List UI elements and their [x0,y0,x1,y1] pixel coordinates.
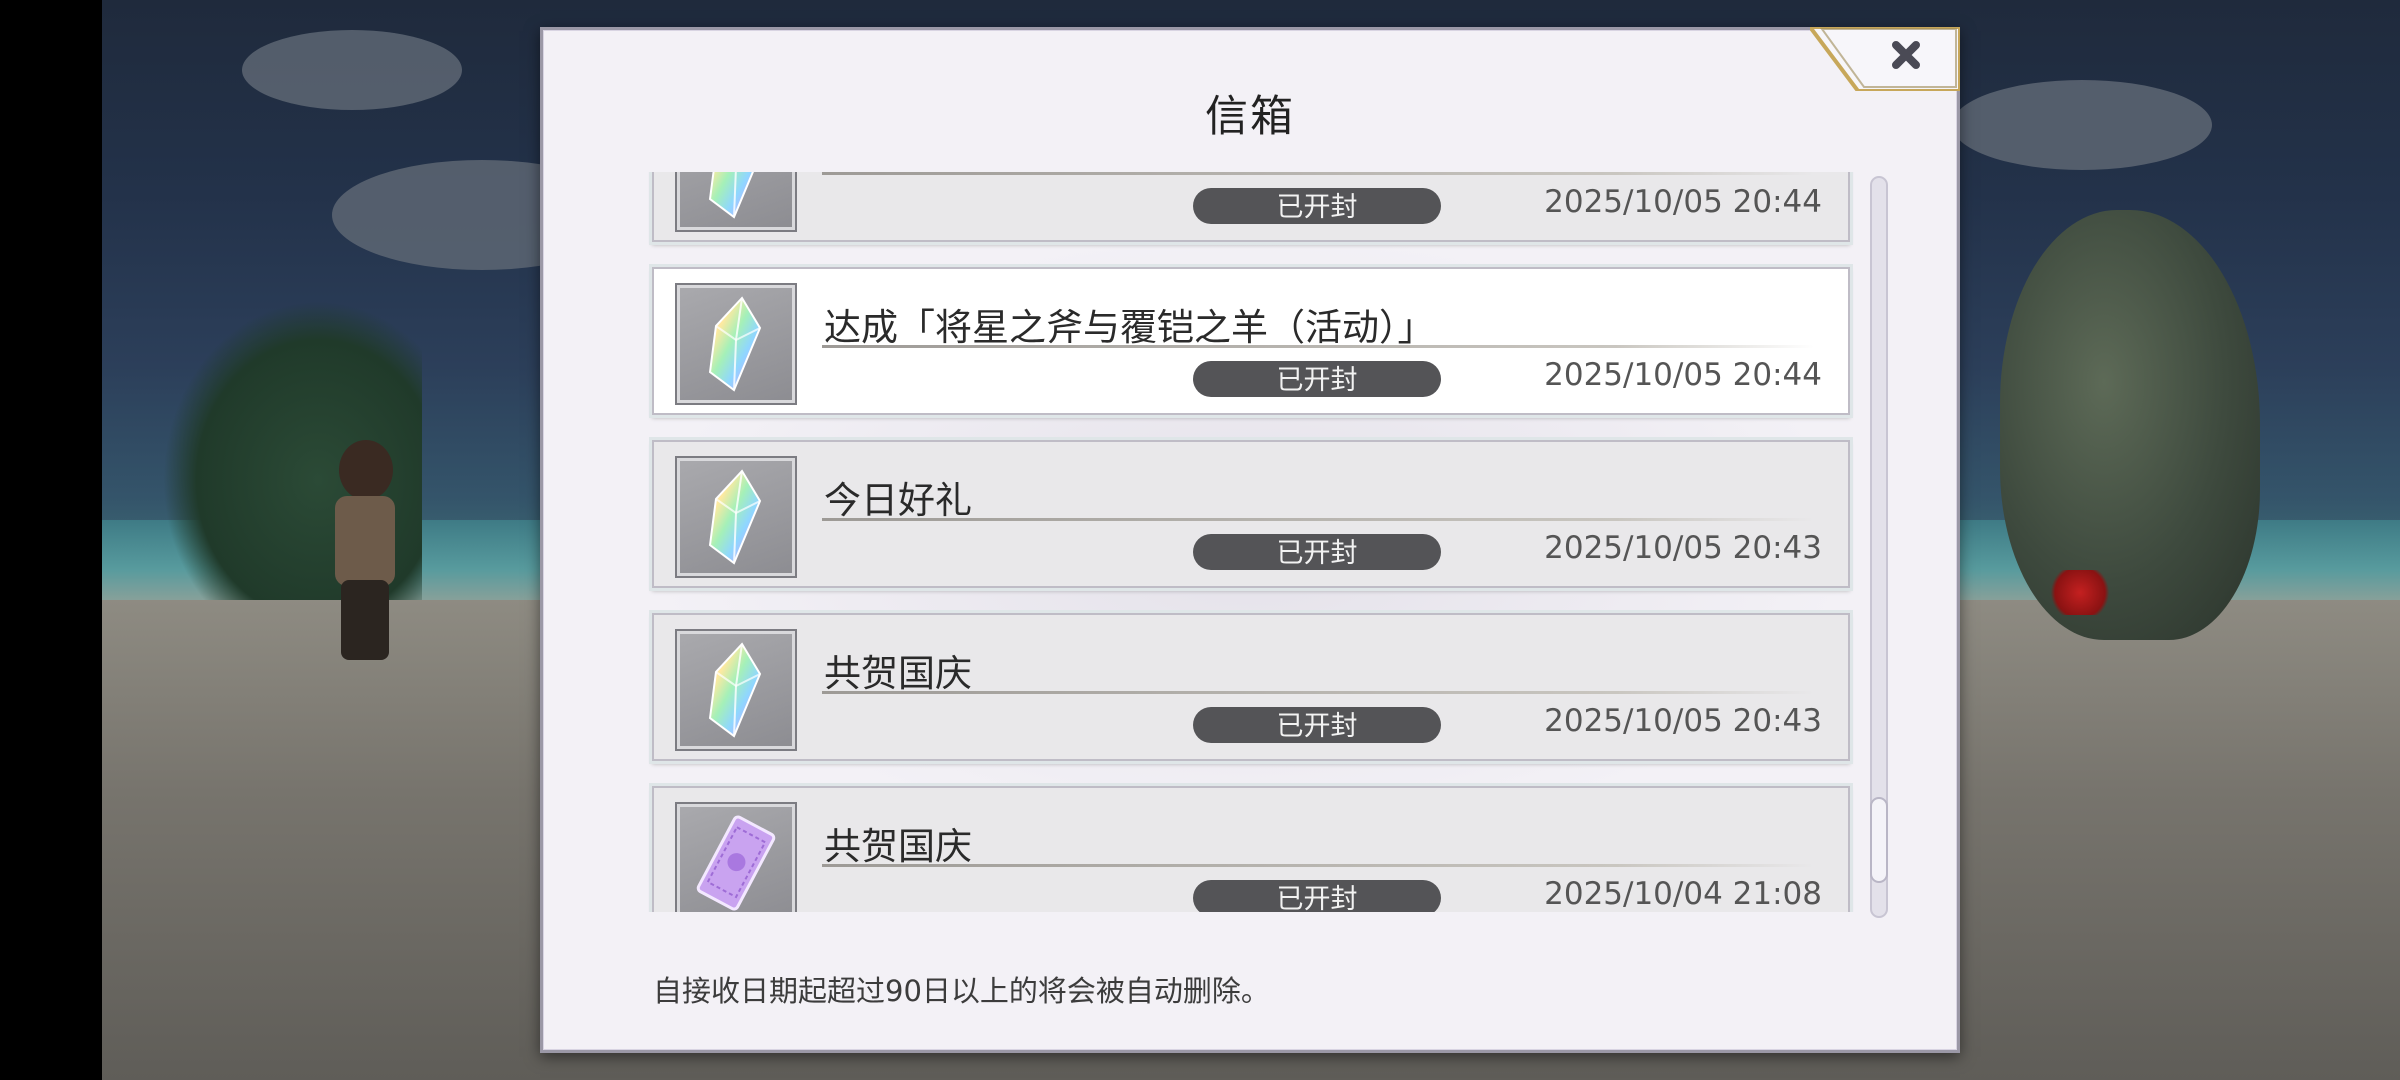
mail-item[interactable]: 达成「将星之斧与覆铠之羊（活动）」 已开封 2025/10/05 20:44 [652,267,1850,415]
mail-date: 2025/10/05 20:43 [1544,703,1822,739]
rock [2000,210,2260,640]
dialog-title: 信箱 [1205,92,1295,142]
opened-status-badge: 已开封 [1193,880,1441,912]
rainbow-crystal-icon [708,296,762,392]
mail-date: 2025/10/05 20:44 [1544,357,1822,393]
mail-attachment-frame [675,283,797,405]
cloud [1952,80,2212,170]
mail-date: 2025/10/05 20:44 [1544,184,1822,220]
mail-attachment-frame [675,172,797,232]
mail-date: 2025/10/05 20:43 [1544,530,1822,566]
player-character[interactable] [325,440,405,670]
mail-title: 达成「将星之斧与覆铠之羊（活动）」 [824,306,1435,349]
title-underline [822,172,1814,175]
mail-item[interactable]: 共贺国庆 已开封 2025/10/04 21:08 [652,786,1850,912]
title-underline [822,345,1814,348]
mail-list[interactable]: 已开封 2025/10/05 20:44 达成「将星之斧与覆铠之羊（活动）」 已… [648,172,1854,912]
rainbow-crystal-icon [708,469,762,565]
rainbow-crystal-icon [708,172,754,219]
red-flowers [2045,570,2115,615]
mail-attachment-frame [675,802,797,912]
opened-status-badge: 已开封 [1193,534,1441,570]
character-legs [341,580,389,660]
rainbow-crystal-icon [708,642,762,738]
mail-title: 今日好礼 [824,479,972,522]
mail-date: 2025/10/04 21:08 [1544,876,1822,912]
title-underline [822,864,1814,867]
close-button[interactable] [1810,27,1960,91]
mail-item[interactable]: 今日好礼 已开封 2025/10/05 20:43 [652,440,1850,588]
title-underline [822,518,1814,521]
opened-status-badge: 已开封 [1193,361,1441,397]
purple-ticket-icon [696,815,776,911]
scrollbar-thumb[interactable] [1870,797,1888,883]
opened-status-badge: 已开封 [1193,188,1441,224]
cloud [242,30,462,110]
character-body [335,496,395,586]
scrollbar[interactable] [1870,176,1888,918]
title-underline [822,691,1814,694]
character-head [339,440,393,500]
mail-item[interactable]: 共贺国庆 已开封 2025/10/05 20:43 [652,613,1850,761]
mail-attachment-frame [675,456,797,578]
opened-status-badge: 已开封 [1193,707,1441,743]
mail-item[interactable]: 已开封 2025/10/05 20:44 [652,172,1850,242]
auto-delete-note: 自接收日期起超过90日以上的将会被自动删除。 [653,974,1270,1008]
mail-attachment-frame [675,629,797,751]
mail-title: 共贺国庆 [824,825,972,868]
mail-title: 共贺国庆 [824,652,972,695]
close-x-icon [1810,27,1960,91]
